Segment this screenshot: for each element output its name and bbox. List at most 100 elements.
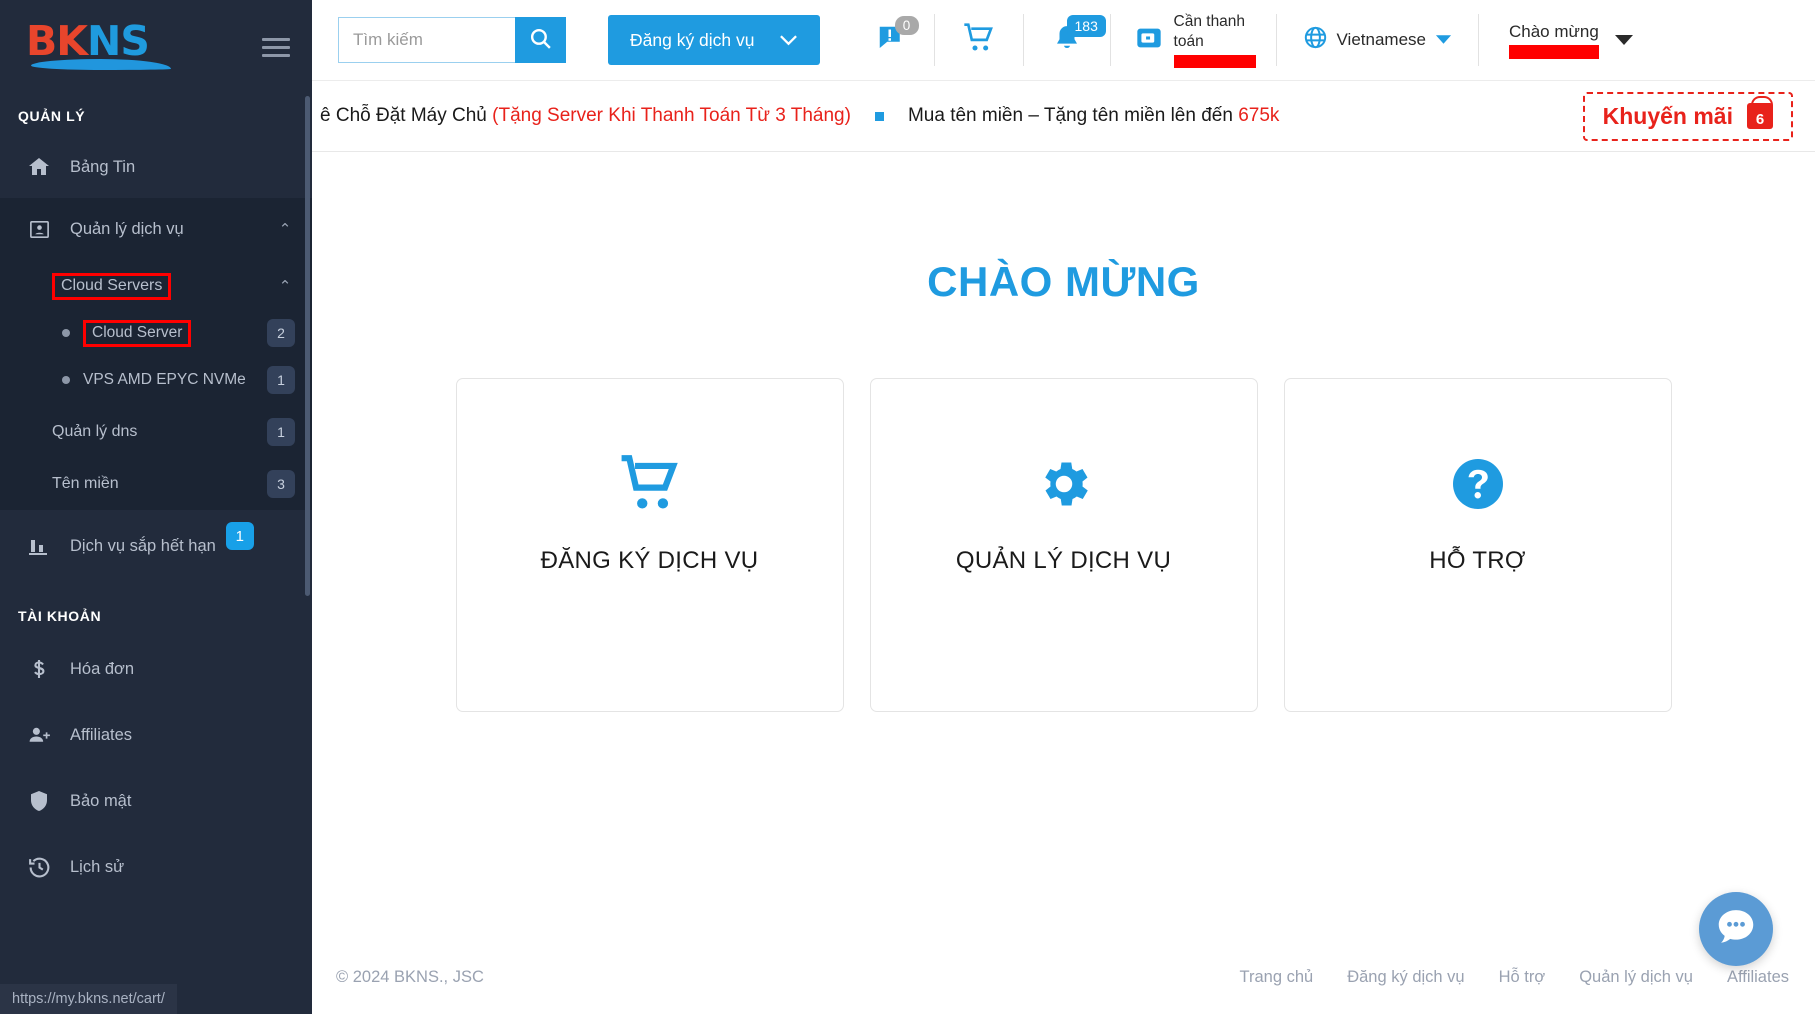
sidebar-item-dns-label: Quản lý dns bbox=[52, 423, 138, 440]
chevron-up-icon[interactable]: ⌃ bbox=[268, 220, 302, 238]
chart-bars-icon bbox=[22, 534, 56, 558]
card-support-title: HỖ TRỢ bbox=[1429, 547, 1526, 574]
sidebar-item-expiring-services-label: Dịch vụ sắp hết hạn bbox=[70, 536, 216, 555]
hamburger-menu-icon[interactable] bbox=[262, 33, 290, 62]
app-root: BKNS QUẢN LÝ Bảng Tin Quản lý dịch vụ ⌃ bbox=[0, 0, 1815, 1014]
bullet-dot-icon bbox=[62, 329, 70, 337]
sidebar-item-cloud-server[interactable]: Cloud Server 2 bbox=[0, 312, 312, 354]
gear-icon bbox=[1034, 451, 1094, 517]
promo-item-1[interactable]: ê Chỗ Đặt Máy Chủ (Tặng Server Khi Thanh… bbox=[320, 105, 851, 127]
search-button[interactable] bbox=[515, 17, 566, 63]
footer-links: Trang chủ Đăng ký dịch vụ Hỗ trợ Quản lý… bbox=[1240, 968, 1789, 987]
promo-banner: ê Chỗ Đặt Máy Chủ (Tặng Server Khi Thanh… bbox=[312, 81, 1815, 152]
card-register-service[interactable]: ĐĂNG KÝ DỊCH VỤ bbox=[455, 378, 844, 712]
gift-icon: 6 bbox=[1747, 96, 1773, 129]
chevron-down-icon-user bbox=[1614, 35, 1633, 45]
chevron-down-icon-language bbox=[1435, 30, 1452, 50]
sidebar-section-manage: QUẢN LÝ bbox=[18, 108, 86, 124]
sidebar-badge-domain: 3 bbox=[267, 470, 295, 498]
main-area: Đăng ký dịch vụ 0 bbox=[312, 0, 1815, 1014]
sidebar-badge-dns: 1 bbox=[267, 418, 295, 446]
wallet-icon bbox=[1135, 24, 1163, 57]
promotion-button[interactable]: Khuyến mãi 6 bbox=[1582, 91, 1793, 141]
sidebar-scrollbar[interactable] bbox=[305, 96, 310, 596]
gift-count: 6 bbox=[1755, 111, 1765, 128]
bullet-dot-icon-vps bbox=[62, 376, 70, 384]
search-icon bbox=[528, 26, 553, 54]
user-greeting-wrap: Chào mừng bbox=[1508, 21, 1599, 59]
sidebar-item-domain[interactable]: Tên miền 3 bbox=[0, 458, 312, 510]
sidebar-item-invoice[interactable]: Hóa đơn bbox=[0, 636, 312, 702]
sidebar-item-vps[interactable]: VPS AMD EPYC NVMe 1 bbox=[0, 354, 312, 406]
chat-dots-icon bbox=[1713, 904, 1759, 955]
cart-icon-card bbox=[619, 451, 681, 517]
sidebar-item-affiliates[interactable]: Affiliates bbox=[0, 702, 312, 768]
footer-link-home[interactable]: Trang chủ bbox=[1240, 968, 1314, 987]
search-input[interactable] bbox=[338, 17, 515, 63]
sidebar-item-dns[interactable]: Quản lý dns 1 bbox=[0, 406, 312, 458]
payment-amount-redacted bbox=[1173, 55, 1256, 68]
page-title: CHÀO MỪNG bbox=[927, 258, 1200, 305]
footer-link-affiliates[interactable]: Affiliates bbox=[1727, 968, 1789, 987]
footer-link-support[interactable]: Hỗ trợ bbox=[1499, 968, 1546, 987]
history-clock-icon bbox=[22, 855, 56, 880]
notification-count-badge: 183 bbox=[1066, 15, 1106, 37]
chat-widget-button[interactable] bbox=[1699, 892, 1773, 966]
shortcut-cards: ĐĂNG KÝ DỊCH VỤ QUẢN LÝ DỊCH VỤ HỖ TRỢ bbox=[455, 378, 1672, 712]
logo-text-bk: BK bbox=[26, 17, 88, 65]
user-plus-icon bbox=[22, 723, 56, 748]
id-card-icon bbox=[22, 218, 56, 241]
sidebar-item-cloud-servers-label-wrap: Cloud Servers bbox=[52, 272, 268, 300]
browser-status-url: https://my.bkns.net/cart/ bbox=[0, 984, 177, 1014]
sidebar-item-expiring-services[interactable]: Dịch vụ sắp hết hạn 1 bbox=[0, 510, 312, 582]
sidebar-item-cloud-server-label-wrap: Cloud Server bbox=[83, 319, 267, 347]
footer-link-register-service[interactable]: Đăng ký dịch vụ bbox=[1347, 968, 1464, 987]
card-manage-service[interactable]: QUẢN LÝ DỊCH VỤ bbox=[869, 378, 1258, 712]
sidebar-item-invoice-label: Hóa đơn bbox=[70, 659, 135, 678]
logo-text-ns: NS bbox=[87, 17, 150, 65]
sidebar-item-security-label: Bảo mật bbox=[70, 791, 132, 810]
promo-item-2[interactable]: Mua tên miền – Tặng tên miền lên đến 675… bbox=[908, 105, 1279, 127]
promo-item-1-black: ê Chỗ Đặt Máy Chủ bbox=[320, 105, 493, 126]
shield-icon bbox=[22, 789, 56, 813]
copyright-text: © 2024 BKNS., JSC bbox=[336, 967, 484, 986]
language-selector[interactable]: Vietnamese bbox=[1277, 25, 1478, 55]
sidebar-item-security[interactable]: Bảo mật bbox=[0, 768, 312, 834]
bkns-logo[interactable]: BKNS bbox=[26, 19, 176, 75]
sidebar-badge-vps: 1 bbox=[267, 366, 295, 394]
sidebar-group-services: Quản lý dịch vụ ⌃ Cloud Servers ⌃ Cloud … bbox=[0, 198, 312, 510]
promotion-button-label: Khuyến mãi bbox=[1602, 102, 1733, 129]
sidebar-item-dashboard-label: Bảng Tin bbox=[70, 157, 136, 176]
cart-button[interactable] bbox=[935, 14, 1023, 66]
promo-item-2-red: 675k bbox=[1238, 105, 1280, 126]
card-support[interactable]: HỖ TRỢ bbox=[1283, 378, 1672, 712]
user-name-redacted bbox=[1508, 45, 1599, 59]
sidebar-item-dashboard[interactable]: Bảng Tin bbox=[0, 136, 312, 198]
footer-link-manage-service[interactable]: Quản lý dịch vụ bbox=[1579, 968, 1693, 987]
sidebar-item-service-management[interactable]: Quản lý dịch vụ ⌃ bbox=[0, 198, 312, 260]
user-menu[interactable]: Chào mừng bbox=[1479, 21, 1633, 59]
card-register-service-title: ĐĂNG KÝ DỊCH VỤ bbox=[540, 547, 759, 574]
card-manage-service-title: QUẢN LÝ DỊCH VỤ bbox=[955, 547, 1172, 574]
sidebar-item-cloud-servers[interactable]: Cloud Servers ⌃ bbox=[0, 260, 312, 312]
sidebar-item-service-management-label: Quản lý dịch vụ bbox=[70, 219, 184, 238]
sidebar-item-history[interactable]: Lịch sử bbox=[0, 834, 312, 900]
home-icon bbox=[22, 155, 56, 179]
register-service-label: Đăng ký dịch vụ bbox=[630, 29, 755, 50]
chevron-up-icon-cloud-servers[interactable]: ⌃ bbox=[268, 277, 302, 295]
cart-icon bbox=[963, 22, 995, 58]
promo-item-1-red: (Tặng Server Khi Thanh Toán Từ 3 Tháng) bbox=[492, 105, 851, 126]
header-icon-group: 0 183 Cần thanh toán Vietnamese Chào mừn… bbox=[848, 12, 1633, 68]
payment-due-button[interactable]: Cần thanh toán bbox=[1111, 12, 1276, 68]
search-box bbox=[338, 17, 566, 63]
register-service-button[interactable]: Đăng ký dịch vụ bbox=[608, 15, 820, 65]
sidebar-header: BKNS bbox=[0, 0, 312, 94]
sidebar: BKNS QUẢN LÝ Bảng Tin Quản lý dịch vụ ⌃ bbox=[0, 0, 312, 1014]
payment-due-text-wrap: Cần thanh toán bbox=[1173, 12, 1256, 68]
top-header: Đăng ký dịch vụ 0 bbox=[312, 0, 1815, 81]
notifications-button[interactable]: 183 bbox=[1024, 14, 1110, 66]
promo-separator-icon bbox=[874, 111, 884, 121]
sidebar-badge-expiring: 1 bbox=[225, 522, 254, 550]
promo-item-2-black: Mua tên miền – Tặng tên miền lên đến bbox=[907, 105, 1239, 126]
support-ticket-button[interactable]: 0 bbox=[848, 14, 934, 66]
